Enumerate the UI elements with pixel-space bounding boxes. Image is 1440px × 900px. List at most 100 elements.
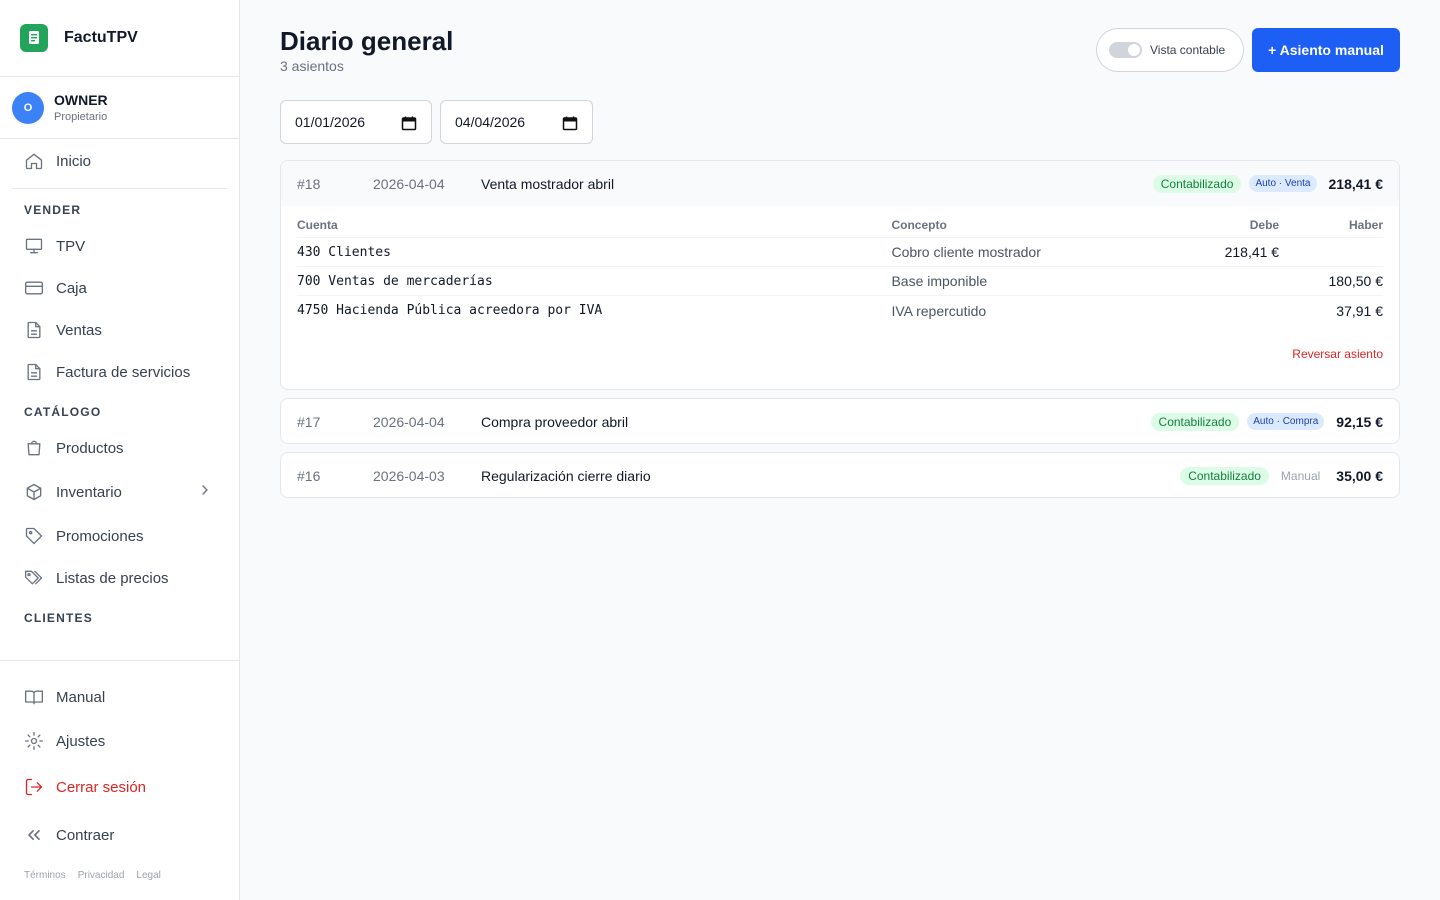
calendar-icon[interactable] (401, 115, 417, 131)
line-debit: 218,41 € (1224, 244, 1280, 260)
sidebar-item-inicio[interactable]: Inicio (0, 140, 239, 182)
user-profile[interactable]: O OWNER Propietario (0, 77, 239, 139)
journal-entry[interactable]: #16 2026-04-03 Regularización cierre dia… (280, 452, 1400, 498)
journal-entry[interactable]: #17 2026-04-04 Compra proveedor abril Co… (280, 398, 1400, 444)
entry-date: 2026-04-04 (373, 413, 445, 430)
entry-lines-table: Cuenta Concepto Debe Haber 430 Clientes … (281, 206, 1399, 325)
source-badge: Auto · Venta (1249, 175, 1317, 192)
sidebar-item-caja[interactable]: Caja (0, 267, 239, 309)
line-account: 4750 Hacienda Pública acreedora por IVA (297, 303, 603, 318)
sidebar-item-inventario[interactable]: Inventario (0, 469, 239, 515)
book-open-icon (25, 690, 43, 705)
entry-date: 2026-04-04 (373, 175, 445, 192)
reverse-entry-button[interactable]: Reversar asiento (1292, 347, 1383, 361)
table-header: Cuenta Concepto Debe Haber (297, 218, 1383, 238)
sidebar-item-label: Listas de precios (56, 569, 169, 587)
line-account: 700 Ventas de mercaderías (297, 273, 493, 289)
table-row: 4750 Hacienda Pública acreedora por IVA … (297, 296, 1383, 325)
sidebar-item-ajustes[interactable]: Ajustes (0, 719, 239, 763)
status-badge: Contabilizado (1180, 466, 1269, 485)
entry-description: Venta mostrador abril (481, 175, 615, 192)
date-to-value: 04/04/2026 (455, 114, 526, 130)
entry-amount: 218,41 € (1328, 175, 1384, 192)
journal-entry-header[interactable]: #17 2026-04-04 Compra proveedor abril Co… (281, 399, 1399, 444)
sidebar-item-manual[interactable]: Manual (0, 675, 239, 719)
terms-link[interactable]: Términos (24, 870, 66, 881)
entry-description: Regularización cierre diario (481, 467, 651, 484)
sidebar-item-label: Ventas (56, 321, 102, 339)
section-catalogo: CATÁLOGO (24, 405, 102, 419)
sidebar-item-label: Cerrar sesión (56, 778, 147, 796)
sidebar-item-productos[interactable]: Productos (0, 427, 239, 469)
status-badge: Contabilizado (1152, 174, 1242, 193)
sidebar-item-label: Inventario (56, 483, 122, 501)
add-manual-entry-button[interactable]: + Asiento manual (1252, 28, 1400, 72)
date-from-value: 01/01/2026 (295, 114, 366, 130)
column-header-account: Cuenta (297, 218, 338, 232)
sidebar-item-label: Contraer (56, 826, 115, 844)
sidebar-item-label: Inicio (56, 152, 92, 170)
table-row: 430 Clientes Cobro cliente mostrador 218… (297, 238, 1383, 267)
brand[interactable]: FactuTPV (0, 0, 239, 77)
table-row: 700 Ventas de mercaderías Base imponible… (297, 267, 1383, 296)
avatar: O (12, 91, 44, 124)
sidebar: FactuTPV O OWNER Propietario Inicio VEND… (0, 0, 240, 900)
column-header-concept: Concepto (891, 218, 947, 232)
entry-description: Compra proveedor abril (481, 413, 629, 430)
sidebar-collapse-button[interactable]: Contraer (0, 813, 239, 857)
journal-entry-header[interactable]: #18 2026-04-04 Venta mostrador abril Con… (281, 161, 1399, 206)
entry-amount: 92,15 € (1336, 413, 1383, 430)
line-account: 430 Clientes (297, 244, 391, 260)
status-badge: Contabilizado (1150, 412, 1240, 431)
entry-number: #17 (297, 413, 321, 430)
line-concept: Base imponible (891, 273, 988, 289)
sidebar-item-label: Factura de servicios (56, 363, 191, 381)
calendar-icon[interactable] (562, 115, 578, 131)
date-from-input[interactable]: 01/01/2026 (280, 100, 432, 144)
journal-entry-header[interactable]: #16 2026-04-03 Regularización cierre dia… (281, 453, 1399, 498)
privacy-link[interactable]: Privacidad (78, 870, 125, 881)
sidebar-item-label: TPV (56, 237, 86, 255)
sidebar-item-label: Promociones (56, 527, 144, 545)
legal-links: Términos Privacidad Legal (24, 870, 161, 881)
line-credit: 37,91 € (1336, 302, 1383, 319)
line-credit: 180,50 € (1328, 273, 1384, 289)
source-badge: Auto · Compra (1247, 413, 1325, 430)
tags-icon (25, 570, 43, 585)
sidebar-bottom: Manual Ajustes Cerrar sesión Contraer (0, 660, 239, 857)
sidebar-item-factura-servicios[interactable]: Factura de servicios (0, 351, 239, 393)
sidebar-item-ventas[interactable]: Ventas (0, 309, 239, 351)
page-title: Diario general (280, 26, 454, 56)
section-vender: VENDER (24, 203, 82, 217)
file-invoice-icon (27, 363, 41, 381)
sidebar-item-listas-precios[interactable]: Listas de precios (0, 557, 239, 599)
date-to-input[interactable]: 04/04/2026 (440, 100, 593, 144)
line-concept: IVA repercutido (891, 302, 987, 319)
toggle-switch[interactable] (1109, 42, 1142, 58)
section-clientes: CLIENTES (24, 611, 93, 625)
sidebar-item-tpv[interactable]: TPV (0, 225, 239, 267)
sidebar-item-promociones[interactable]: Promociones (0, 515, 239, 557)
chevrons-left-icon (28, 830, 40, 840)
entry-amount: 35,00 € (1336, 467, 1383, 484)
app-name: FactuTPV (64, 29, 138, 46)
entry-number: #16 (297, 467, 321, 484)
accounting-view-toggle[interactable]: Vista contable (1096, 28, 1244, 72)
shopping-bag-icon (27, 440, 41, 456)
entry-number: #18 (297, 175, 321, 192)
box-icon (26, 483, 42, 501)
gear-icon (25, 732, 43, 750)
chevron-right-icon (202, 485, 208, 495)
entry-count: 3 asientos (280, 58, 344, 74)
sidebar-item-cerrar-sesion[interactable]: Cerrar sesión (0, 765, 239, 809)
sidebar-item-label: Manual (56, 688, 106, 706)
file-text-icon (27, 321, 41, 339)
divider (12, 188, 227, 189)
sidebar-item-label: Ajustes (56, 732, 106, 750)
sidebar-item-label: Caja (56, 279, 87, 297)
column-header-credit: Haber (1348, 218, 1383, 232)
source-badge: Manual (1280, 468, 1321, 483)
legal-link[interactable]: Legal (136, 870, 160, 881)
credit-card-icon (25, 281, 43, 295)
logout-icon (25, 778, 43, 796)
